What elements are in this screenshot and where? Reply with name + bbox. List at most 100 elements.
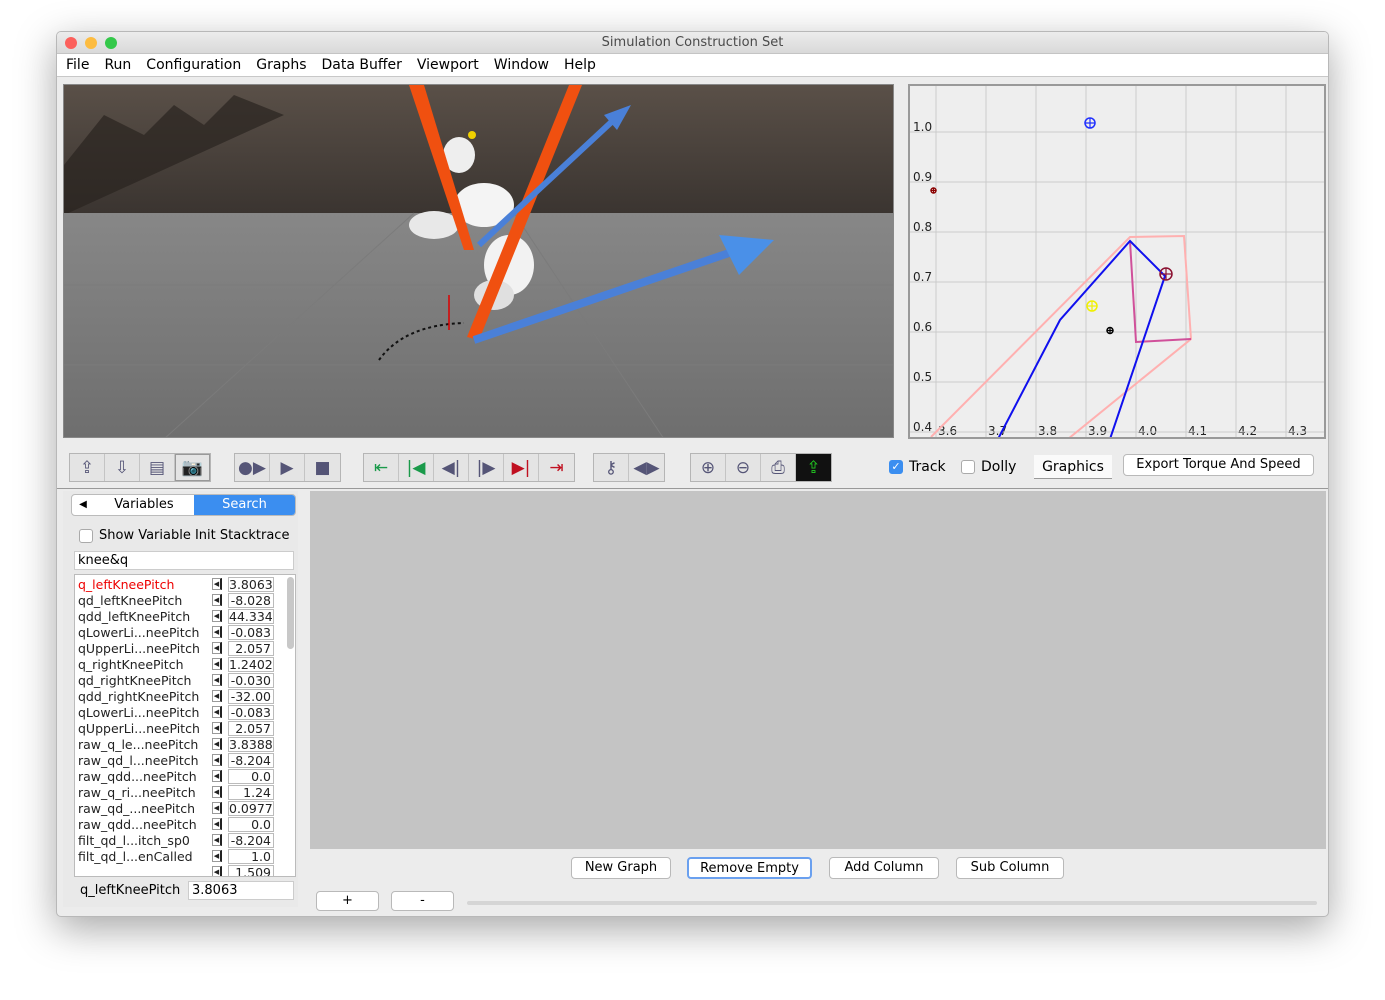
graph-area[interactable]	[310, 491, 1326, 849]
menu-file[interactable]: File	[59, 54, 97, 76]
variable-row[interactable]: raw_qd_...neePitch ◀ 0.0977	[75, 800, 295, 816]
decrement-arrow-icon[interactable]: ◀	[212, 770, 222, 782]
add-column-button[interactable]: Add Column	[829, 857, 939, 879]
goto-out-point-icon[interactable]: ⇥	[539, 454, 574, 481]
variable-value[interactable]: -0.083	[228, 704, 274, 720]
menu-configuration[interactable]: Configuration	[139, 54, 249, 76]
goto-in-point-icon[interactable]: ⇤	[364, 454, 399, 481]
decrement-arrow-icon[interactable]: ◀	[212, 802, 222, 814]
remove-empty-button[interactable]: Remove Empty	[687, 857, 812, 879]
variable-row[interactable]: ◀ 1.509	[75, 864, 295, 876]
step-forward-icon[interactable]: |▶	[469, 454, 504, 481]
decrement-arrow-icon[interactable]: ◀	[212, 786, 222, 798]
decrement-arrow-icon[interactable]: ◀	[212, 722, 222, 734]
selected-variable-value-input[interactable]	[188, 881, 294, 900]
menu-graphs[interactable]: Graphs	[249, 54, 314, 76]
variable-value[interactable]: 3.8388	[228, 736, 274, 752]
variable-row[interactable]: raw_q_le...neePitch ◀ 3.8388	[75, 736, 295, 752]
show-stacktrace-checkbox[interactable]: Show Variable Init Stacktrace	[79, 528, 289, 543]
variable-row[interactable]: qdd_rightKneePitch ◀ -32.00	[75, 688, 295, 704]
variable-search-input[interactable]	[74, 551, 294, 570]
export-torque-speed-button[interactable]: Export Torque And Speed	[1123, 454, 1314, 476]
stop-icon[interactable]: ■	[305, 454, 340, 481]
set-out-point-icon[interactable]: ▶|	[504, 454, 539, 481]
decrement-arrow-icon[interactable]: ◀	[212, 690, 222, 702]
variable-value[interactable]: 1.0	[228, 848, 274, 864]
set-in-point-icon[interactable]: |◀	[399, 454, 434, 481]
variable-value[interactable]: -8.204	[228, 832, 274, 848]
variable-row[interactable]: q_leftKneePitch ◀ 3.8063	[75, 576, 295, 592]
variable-row[interactable]: qdd_leftKneePitch ◀ 44.334	[75, 608, 295, 624]
decrement-arrow-icon[interactable]: ◀	[212, 594, 222, 606]
simulate-icon[interactable]: ●▶	[235, 454, 270, 481]
decrement-arrow-icon[interactable]: ◀	[212, 578, 222, 590]
variable-row[interactable]: qUpperLi...neePitch ◀ 2.057	[75, 720, 295, 736]
tab-search[interactable]: Search	[194, 495, 295, 515]
variable-value[interactable]: 2.057	[228, 720, 274, 736]
menu-viewport[interactable]: Viewport	[410, 54, 487, 76]
toggle-keypoints-icon[interactable]: ◀▶	[629, 454, 664, 481]
menu-run[interactable]: Run	[97, 54, 139, 76]
zoom-out-icon[interactable]: ⊖	[726, 454, 761, 481]
print-icon[interactable]: ⎙	[761, 454, 796, 481]
variable-row[interactable]: q_rightKneePitch ◀ 1.2402	[75, 656, 295, 672]
variable-value[interactable]: -8.204	[228, 752, 274, 768]
remove-graph-row-button[interactable]: -	[391, 891, 454, 911]
close-button[interactable]	[65, 37, 77, 49]
track-checkbox[interactable]: ✓ Track	[889, 459, 946, 475]
decrement-arrow-icon[interactable]: ◀	[212, 754, 222, 766]
zoom-in-icon[interactable]: ⊕	[691, 454, 726, 481]
variable-row[interactable]: qLowerLi...neePitch ◀ -0.083	[75, 624, 295, 640]
variable-row[interactable]: qd_rightKneePitch ◀ -0.030	[75, 672, 295, 688]
decrement-arrow-icon[interactable]: ◀	[212, 738, 222, 750]
variable-value[interactable]: 1.24	[228, 784, 274, 800]
zoom-button[interactable]	[105, 37, 117, 49]
variable-value[interactable]: -8.028	[228, 592, 274, 608]
import-icon[interactable]: ⇩	[105, 454, 140, 481]
minimize-button[interactable]	[85, 37, 97, 49]
decrement-arrow-icon[interactable]: ◀	[212, 834, 222, 846]
tab-scroll-left-icon[interactable]: ◀	[72, 495, 94, 515]
decrement-arrow-icon[interactable]: ◀	[212, 674, 222, 686]
decrement-arrow-icon[interactable]: ◀	[212, 626, 222, 638]
variable-value[interactable]: 0.0	[228, 768, 274, 784]
time-scrollbar[interactable]	[467, 901, 1317, 905]
variable-row[interactable]: raw_qdd...neePitch ◀ 0.0	[75, 768, 295, 784]
menu-window[interactable]: Window	[487, 54, 557, 76]
menu-help[interactable]: Help	[557, 54, 604, 76]
tab-variables[interactable]: Variables	[94, 495, 194, 515]
variable-row[interactable]: filt_qd_l...itch_sp0 ◀ -8.204	[75, 832, 295, 848]
new-graph-button[interactable]: New Graph	[571, 857, 671, 879]
variable-value[interactable]: -32.00	[228, 688, 274, 704]
sub-column-button[interactable]: Sub Column	[956, 857, 1064, 879]
decrement-arrow-icon[interactable]: ◀	[212, 642, 222, 654]
dolly-checkbox[interactable]: Dolly	[961, 459, 1016, 475]
variable-row[interactable]: qUpperLi...neePitch ◀ 2.057	[75, 640, 295, 656]
variable-row[interactable]: qd_leftKneePitch ◀ -8.028	[75, 592, 295, 608]
variable-value[interactable]: -0.030	[228, 672, 274, 688]
camera-icon[interactable]: 📷	[175, 454, 210, 481]
decrement-arrow-icon[interactable]: ◀	[212, 818, 222, 830]
variable-value[interactable]: 0.0	[228, 816, 274, 832]
decrement-arrow-icon[interactable]: ◀	[212, 658, 222, 670]
key-icon[interactable]: ⚷	[594, 454, 629, 481]
decrement-arrow-icon[interactable]: ◀	[212, 610, 222, 622]
film-icon[interactable]: ▤	[140, 454, 175, 481]
variable-value[interactable]: 44.334	[228, 608, 274, 624]
variable-list-scrollbar[interactable]	[287, 577, 294, 649]
variable-value[interactable]: 3.8063	[228, 576, 274, 592]
variable-row[interactable]: raw_qdd...neePitch ◀ 0.0	[75, 816, 295, 832]
graphics-button[interactable]: Graphics	[1034, 455, 1112, 479]
variable-row[interactable]: raw_q_ri...neePitch ◀ 1.24	[75, 784, 295, 800]
add-graph-row-button[interactable]: +	[316, 891, 379, 911]
play-icon[interactable]: ▶	[270, 454, 305, 481]
3d-viewport[interactable]	[63, 84, 894, 438]
variable-row[interactable]: qLowerLi...neePitch ◀ -0.083	[75, 704, 295, 720]
variable-value[interactable]: 1.2402	[228, 656, 274, 672]
xy-plot[interactable]: 3.6 3.7 3.8 3.9 4.0 4.1 4.2 4.3 0.4 0.5 0.6 0.7 0.8 0…	[908, 84, 1326, 439]
export-graph-icon[interactable]: ⇪	[796, 454, 831, 481]
menu-data-buffer[interactable]: Data Buffer	[315, 54, 410, 76]
variable-value[interactable]: 1.509	[228, 864, 274, 876]
variable-value[interactable]: 2.057	[228, 640, 274, 656]
step-backward-icon[interactable]: ◀|	[434, 454, 469, 481]
